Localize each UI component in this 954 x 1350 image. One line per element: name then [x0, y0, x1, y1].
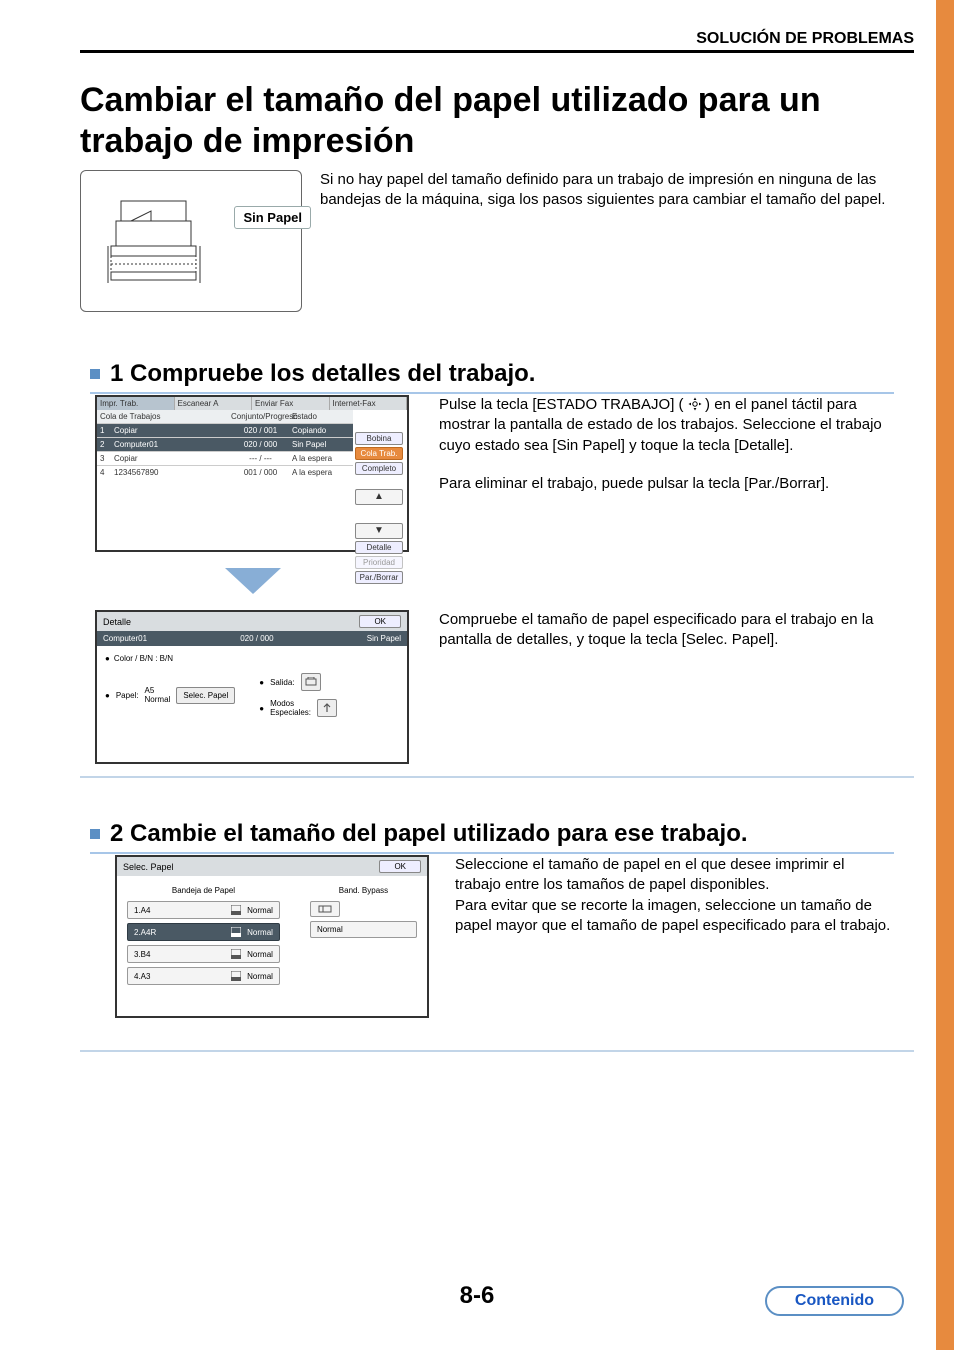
output-bullet-icon: ● [259, 678, 264, 687]
side-stripe [936, 0, 954, 1350]
bypass-option[interactable]: Normal [310, 921, 417, 938]
paper-label: Papel: [116, 691, 139, 700]
special-bullet-icon: ● [259, 704, 264, 713]
scroll-up-button[interactable]: ▲ [355, 489, 403, 505]
select-paper-button[interactable]: Selec. Papel [176, 687, 235, 704]
tab-internet-fax[interactable]: Internet-Fax [330, 397, 408, 410]
scroll-down-button[interactable]: ▼ [355, 523, 403, 539]
special-modes-label: Modos Especiales: [270, 699, 311, 717]
down-arrow-icon [225, 568, 281, 594]
table-row[interactable]: 1 Copiar 020 / 001 Copiando [97, 423, 353, 437]
step2-desc-text: Seleccione el tamaño de papel en el que … [455, 855, 894, 936]
step1-desc-a: Pulse la tecla [ESTADO TRABAJO] ( [439, 396, 684, 413]
stop-delete-button[interactable]: Par./Borrar [355, 571, 403, 584]
output-label: Salida: [270, 678, 294, 687]
special-modes-icon[interactable] [317, 699, 337, 717]
header-section: SOLUCIÓN DE PROBLEMAS [80, 30, 914, 53]
col-queue: Cola de Trabajos [97, 410, 228, 423]
output-icon[interactable] [301, 673, 321, 691]
no-paper-badge: Sin Papel [234, 206, 311, 229]
table-row[interactable]: 4 1234567890 001 / 000 A la espera [97, 465, 353, 479]
divider [80, 776, 914, 778]
table-row[interactable]: 3 Copiar --- / --- A la espera [97, 451, 353, 465]
tray-option[interactable]: 1.A4 Normal [127, 901, 280, 919]
tray-option[interactable]: 3.B4 Normal [127, 945, 280, 963]
page-title: Cambiar el tamaño del papel utilizado pa… [80, 80, 894, 162]
detail-button[interactable]: Detalle [355, 541, 403, 554]
tray-level-icon [231, 949, 241, 959]
detail-desc-text: Compruebe el tamaño de papel especificad… [439, 610, 894, 651]
printer-illustration: Sin Papel [80, 170, 302, 312]
job-queue-button[interactable]: Cola Trab. [355, 447, 403, 460]
tray-option[interactable]: 4.A3 Normal [127, 967, 280, 985]
detail-screen: Detalle OK Computer01 020 / 000 Sin Pape… [95, 610, 409, 764]
step1-text-block: Pulse la tecla [ESTADO TRABAJO] ( ) en e… [439, 395, 894, 494]
color-bw-bullet-icon: ● [105, 654, 110, 663]
tray-level-icon [231, 971, 241, 981]
select-paper-title: Selec. Papel [123, 862, 174, 872]
step1-desc-p2: Para eliminar el trabajo, puede pulsar l… [439, 474, 894, 494]
step1-bullet [90, 369, 100, 379]
bypass-tray-icon[interactable] [310, 901, 340, 917]
tray-option[interactable]: 2.A4R Normal [127, 923, 280, 941]
bypass-column-head: Band. Bypass [310, 886, 417, 895]
ok-button[interactable]: OK [359, 615, 401, 628]
col-status: Estado [289, 410, 353, 423]
tray-level-icon [231, 905, 241, 915]
divider [80, 1050, 914, 1052]
priority-button[interactable]: Prioridad [355, 556, 403, 569]
printer-icon [96, 191, 216, 291]
detail-status: Sin Papel [367, 634, 401, 643]
tab-scan-to[interactable]: Escanear A [175, 397, 253, 410]
intro-text: Si no hay papel del tamaño definido para… [320, 170, 894, 312]
step2-heading: 2 Cambie el tamaño del papel utilizado p… [110, 820, 748, 848]
job-status-screen: Impr. Trab. Escanear A Enviar Fax Intern… [95, 395, 409, 552]
tab-print-job[interactable]: Impr. Trab. [97, 397, 175, 410]
ok-button[interactable]: OK [379, 860, 421, 873]
table-row[interactable]: 2 Computer01 020 / 000 Sin Papel [97, 437, 353, 451]
tray-level-icon [231, 927, 241, 937]
step1-heading: 1 Compruebe los detalles del trabajo. [110, 360, 535, 388]
detail-title: Detalle [103, 617, 131, 627]
detail-progress: 020 / 000 [240, 634, 273, 643]
job-status-key-icon [688, 398, 705, 412]
bypass-icon [318, 904, 332, 914]
paper-bullet-icon: ● [105, 691, 110, 700]
complete-button[interactable]: Completo [355, 462, 403, 475]
color-bw-line: Color / B/N : B/N [114, 654, 173, 663]
select-paper-screen: Selec. Papel OK Bandeja de Papel 1.A4 No… [115, 855, 429, 1018]
detail-job-name: Computer01 [103, 634, 147, 643]
spool-button[interactable]: Bobina [355, 432, 403, 445]
col-progress: Conjunto/Progreso [228, 410, 289, 423]
paper-value: A5 Normal [145, 686, 171, 704]
tab-send-fax[interactable]: Enviar Fax [252, 397, 330, 410]
contents-button[interactable]: Contenido [765, 1286, 904, 1316]
paper-tray-column-head: Bandeja de Papel [127, 886, 280, 895]
step2-bullet [90, 829, 100, 839]
